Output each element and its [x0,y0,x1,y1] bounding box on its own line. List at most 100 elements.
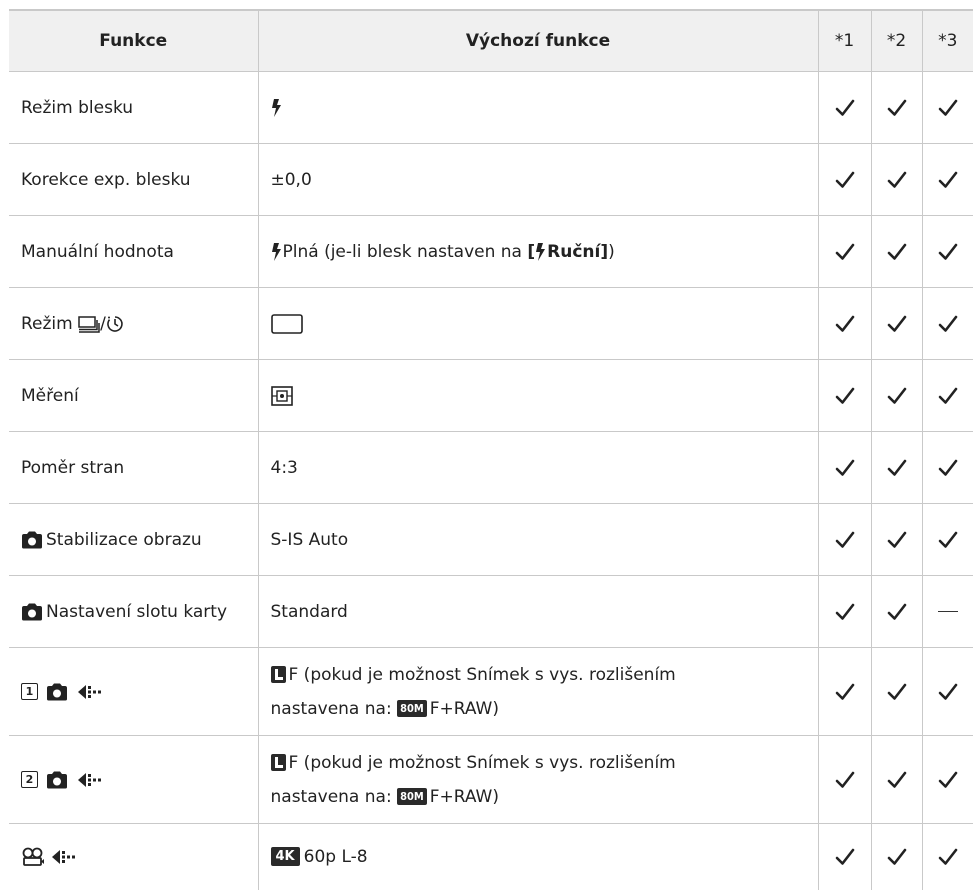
mark-cell-1 [818,823,872,890]
check-icon [938,683,958,701]
table-row: Režim blesku [9,71,973,144]
table-row: 1 F (pokud je možnost Snímek s vys. rozl… [9,647,973,736]
function-cell: Poměr stran [9,431,259,504]
large-size-icon [270,666,286,683]
table-row: Nastavení slotu karty Standard [9,575,973,648]
mark-cell-2 [871,143,923,216]
table-header-row: Funkce Výchozí funkce *1 *2 *3 [9,9,973,72]
custom-number-badge: 2 [21,771,38,788]
function-cell: Měření [9,359,259,432]
table-row: Poměr stran 4:3 [9,431,973,504]
movie-icon [21,847,45,867]
self-timer-icon [106,315,124,333]
default-bracket-close: ] [600,241,609,262]
function-label: Nastavení slotu karty [46,601,227,622]
check-icon [887,459,907,477]
mark-cell-1 [818,647,872,736]
image-quality-icon [71,771,105,789]
mark-cell-2 [871,287,923,360]
default-cell: 4:3 [258,431,819,504]
camera-icon [46,771,71,789]
single-frame-icon [270,313,303,334]
check-icon [835,99,855,117]
mark-cell-2 [871,575,923,648]
check-icon [835,315,855,333]
camera-icon [21,531,46,549]
check-icon [938,387,958,405]
flash-icon [271,242,283,261]
check-icon [938,171,958,189]
default-text: 60p L-8 [303,846,368,867]
check-icon [835,243,855,261]
check-icon [835,459,855,477]
default-text: Plná (je-li blesk nastaven na [282,241,528,262]
function-cell: Nastavení slotu karty [9,575,259,648]
mark-cell-3 [922,287,973,360]
header-col1: *1 [818,9,872,72]
default-cell: Plná (je-li blesk nastaven na [Ruční]) [258,215,819,288]
default-cell: Standard [258,575,819,648]
check-icon [938,99,958,117]
mark-cell-2 [871,503,923,576]
mark-cell-1 [818,359,872,432]
function-cell [9,823,259,890]
check-icon [887,603,907,621]
default-cell: ±0,0 [258,143,819,216]
function-cell: Manuální hodnota [9,215,259,288]
camera-icon [46,683,71,701]
check-icon [887,771,907,789]
check-icon [938,315,958,333]
mark-cell-1 [818,431,872,504]
resolution-4k-icon: 4K [270,847,300,867]
check-icon [887,683,907,701]
check-icon [887,848,907,866]
mark-cell-1 [818,287,872,360]
table-row: 4K 60p L-8 [9,823,973,890]
default-bracket-open: [ [527,241,536,262]
default-line2-prefix: nastavena na: [270,698,398,719]
flash-icon [535,242,547,261]
check-icon [835,771,855,789]
default-bold-value: Ruční [547,241,601,262]
table-row: Manuální hodnota Plná (je-li blesk nasta… [9,215,973,288]
check-icon [938,459,958,477]
table-row: Stabilizace obrazu S-IS Auto [9,503,973,576]
mark-cell-1 [818,143,872,216]
function-prefix: Režim [21,313,79,334]
mark-cell-3 [922,143,973,216]
default-line2-suffix: F+RAW) [429,786,499,807]
mark-cell-2 [871,823,923,890]
mark-cell-3 [922,735,973,824]
mark-cell-2 [871,215,923,288]
check-icon [835,387,855,405]
function-cell: Korekce exp. blesku [9,143,259,216]
check-icon [887,387,907,405]
header-col2: *2 [871,9,923,72]
flash-icon [271,98,283,117]
default-line2-prefix: nastavena na: [270,786,398,807]
default-line1: F (pokud je možnost Snímek s vys. rozliš… [288,664,676,685]
mark-cell-2 [871,71,923,144]
mark-cell-3 [922,71,973,144]
table-row: Korekce exp. blesku ±0,0 [9,143,973,216]
check-icon [938,771,958,789]
table-row: Měření [9,359,973,432]
mark-cell-1 [818,71,872,144]
default-cell [258,359,819,432]
metering-icon [270,385,293,406]
default-cell: S-IS Auto [258,503,819,576]
sequential-shooting-icon [78,315,100,333]
mark-cell-2 [871,647,923,736]
mark-cell-2 [871,735,923,824]
settings-table: Funkce Výchozí funkce *1 *2 *3 Režim ble… [9,9,973,890]
function-cell: Režim blesku [9,71,259,144]
check-icon [938,848,958,866]
default-cell [258,287,819,360]
function-label: Stabilizace obrazu [46,529,202,550]
check-icon [887,99,907,117]
mark-cell-2 [871,359,923,432]
check-icon [835,531,855,549]
check-icon [835,683,855,701]
mark-cell-3 [922,503,973,576]
image-quality-icon [45,848,79,866]
